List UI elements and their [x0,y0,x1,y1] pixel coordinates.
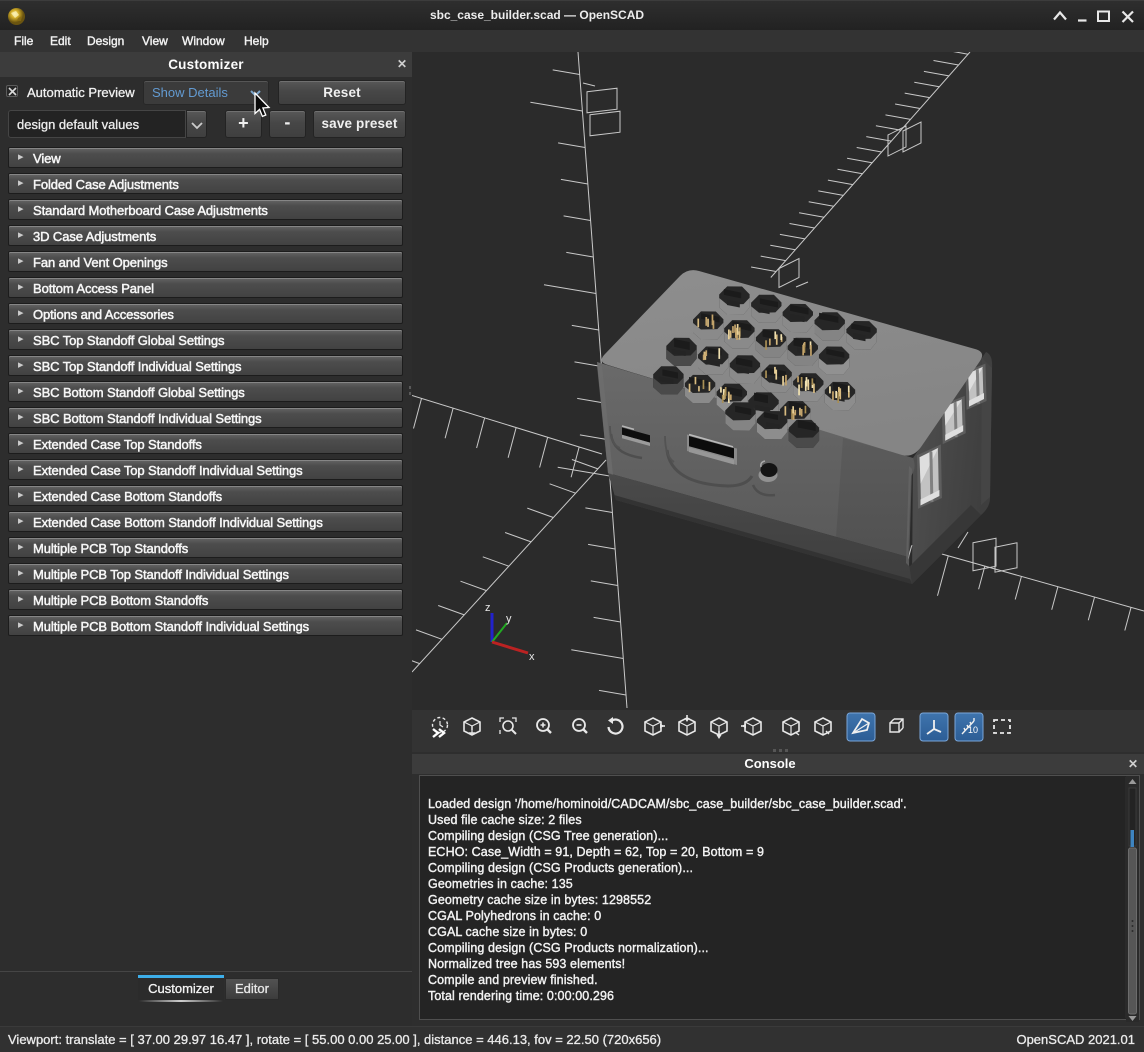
svg-text:10: 10 [968,725,978,735]
